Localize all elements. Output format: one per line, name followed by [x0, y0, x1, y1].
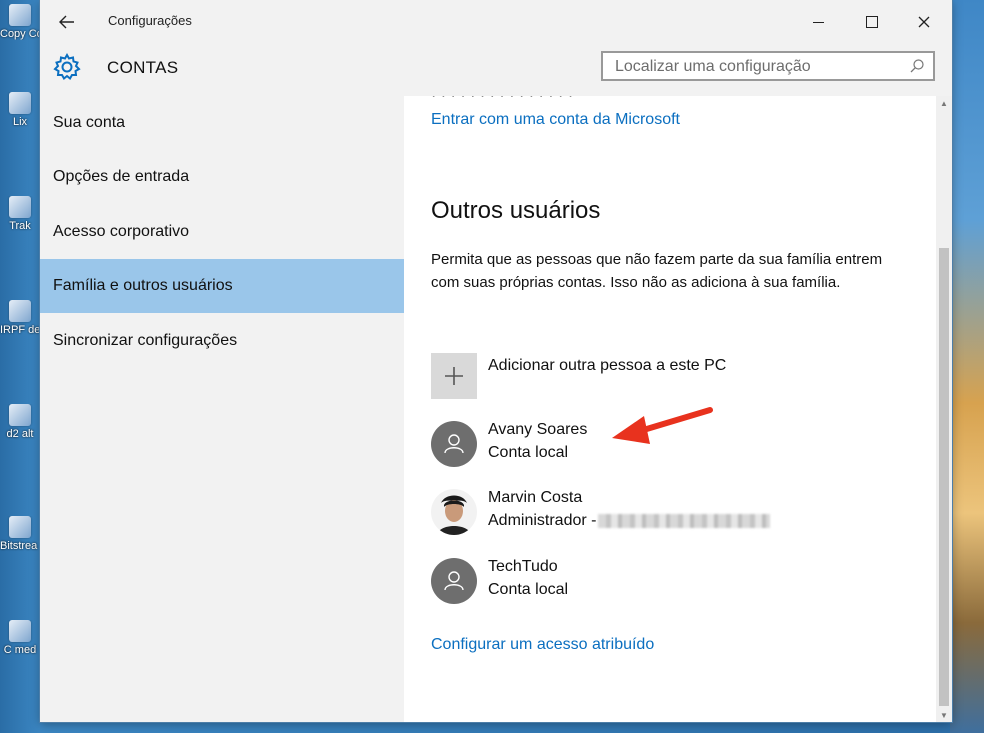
app-icon — [9, 300, 31, 322]
sidebar-item-sua-conta[interactable]: Sua conta — [40, 96, 404, 150]
user-account-type: Conta local — [488, 581, 569, 598]
app-icon — [9, 620, 31, 642]
blurred-email — [598, 513, 771, 528]
search-box[interactable] — [601, 51, 935, 81]
scroll-up-arrow-icon[interactable]: ▲ — [936, 96, 952, 110]
add-person-label: Adicionar outra pessoa a este PC — [488, 357, 727, 374]
user-item-marvin-costa[interactable]: Marvin Costa Administrador - — [431, 489, 901, 537]
scroll-down-arrow-icon[interactable]: ▼ — [936, 708, 952, 722]
sidebar-item-label: Sua conta — [53, 114, 126, 131]
user-item-techtudo[interactable]: TechTudo Conta local — [431, 558, 901, 606]
app-icon — [9, 4, 31, 26]
search-icon[interactable] — [909, 58, 925, 74]
app-icon — [9, 516, 31, 538]
user-name: Marvin Costa — [488, 489, 583, 506]
app-icon — [9, 196, 31, 218]
desktop-wallpaper-strip — [950, 0, 984, 733]
scrollbar-thumb[interactable] — [939, 248, 949, 706]
microsoft-account-link[interactable]: Entrar com uma conta da Microsoft — [431, 111, 680, 129]
minimize-icon — [812, 21, 824, 23]
section-title: Outros usuários — [431, 197, 601, 224]
user-name: TechTudo — [488, 558, 558, 575]
close-icon — [918, 16, 930, 28]
sidebar-item-acesso-corporativo[interactable]: Acesso corporativo — [40, 205, 404, 259]
annotation-arrow-icon — [612, 407, 713, 444]
desktop-icon[interactable]: Bitstrea Navi — [0, 516, 40, 552]
sidebar-item-sincronizar-configuracoes[interactable]: Sincronizar configurações — [40, 314, 404, 368]
title-bar[interactable]: Configurações — [40, 0, 952, 44]
sidebar-item-label: Família e outros usuários — [53, 277, 233, 294]
assigned-access-link[interactable]: Configurar um acesso atribuído — [431, 636, 654, 654]
person-icon — [431, 421, 477, 467]
person-icon — [431, 558, 477, 604]
recycle-bin-icon — [9, 92, 31, 114]
sidebar-item-label: Sincronizar configurações — [53, 332, 238, 349]
user-name: Avany Soares — [488, 421, 588, 438]
section-description: Permita que as pessoas que não fazem par… — [431, 251, 883, 291]
user-account-type: Conta local — [488, 444, 569, 461]
window-title: Configurações — [108, 13, 192, 28]
add-person-button[interactable]: Adicionar outra pessoa a este PC — [431, 353, 901, 401]
plus-icon — [431, 353, 477, 399]
sidebar-item-label: Opções de entrada — [53, 168, 190, 185]
back-arrow-icon — [59, 15, 74, 29]
desktop-icon[interactable]: Copy Contro — [0, 4, 40, 40]
desktop-icon[interactable]: C med — [0, 620, 40, 656]
desktop-icon[interactable]: Lix — [0, 92, 40, 128]
sidebar-nav: Sua conta Opções de entrada Acesso corpo… — [40, 96, 404, 722]
archive-icon — [9, 404, 31, 426]
search-input[interactable] — [613, 56, 907, 78]
settings-window: Configurações CONTAS Localizar uma confi… — [40, 0, 952, 722]
desktop-icon[interactable]: Trak — [0, 196, 40, 232]
maximize-button[interactable] — [846, 0, 898, 44]
page-header: CONTAS — [40, 44, 952, 96]
desktop-icon[interactable]: IRPF declara — [0, 300, 40, 336]
minimize-button[interactable] — [792, 0, 844, 44]
vertical-scrollbar[interactable]: ▲ ▼ — [936, 96, 952, 722]
maximize-icon — [866, 16, 878, 28]
desktop-icon[interactable]: d2 alt — [0, 404, 40, 440]
back-button[interactable] — [52, 9, 82, 35]
page-title: CONTAS — [107, 58, 179, 77]
gear-icon — [53, 52, 81, 81]
user-account-type: Administrador - — [488, 512, 771, 530]
sidebar-item-opcoes-de-entrada[interactable]: Opções de entrada — [40, 150, 404, 204]
close-button[interactable] — [898, 0, 950, 44]
sidebar-item-label: Acesso corporativo — [53, 223, 190, 240]
user-photo-avatar — [431, 489, 477, 535]
sidebar-item-familia-e-outros-usuarios[interactable]: Família e outros usuários — [40, 259, 404, 313]
clipped-text: · · · · · · · · · · · · · · · — [431, 96, 573, 105]
